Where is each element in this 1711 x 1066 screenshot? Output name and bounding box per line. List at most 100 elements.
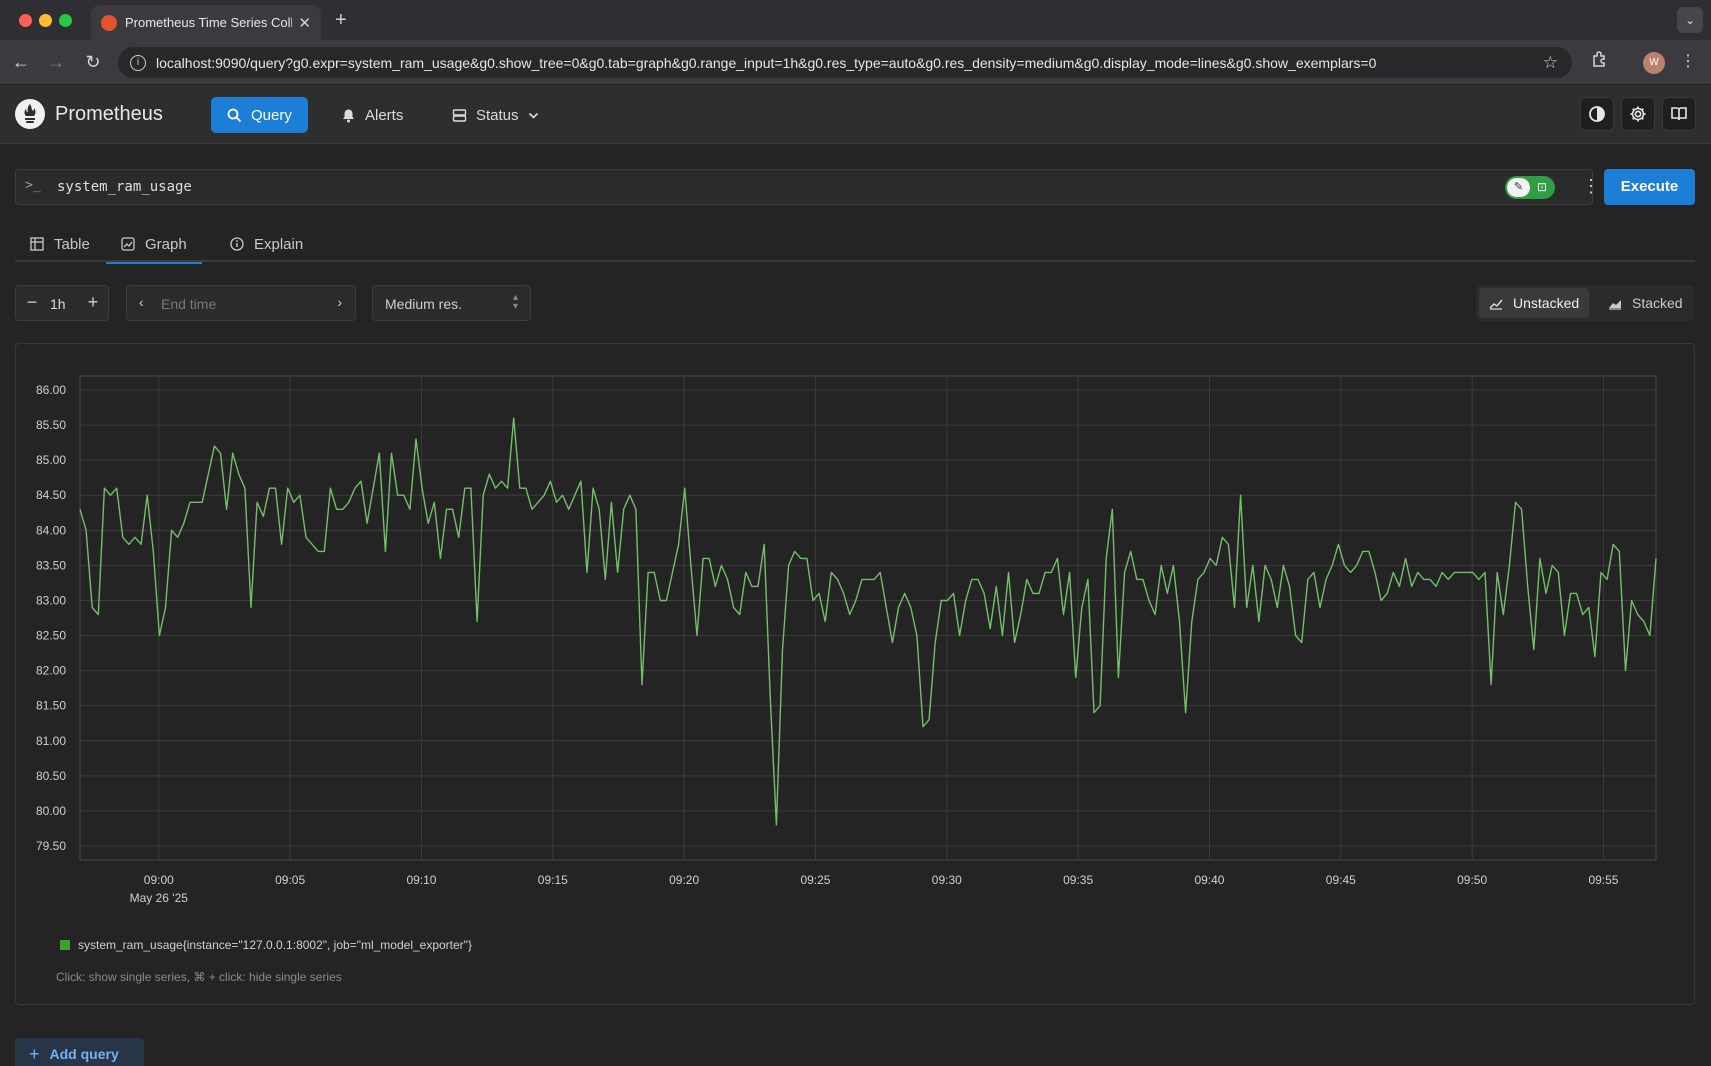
unstacked-button[interactable]: Unstacked xyxy=(1479,288,1590,318)
y-tick-label: 82.50 xyxy=(36,629,66,643)
browser-tab[interactable]: Prometheus Time Series Colle ✕ xyxy=(91,5,321,40)
url-text[interactable]: localhost:9090/query?g0.expr=system_ram_… xyxy=(156,55,1543,71)
tab-graph-label: Graph xyxy=(145,235,187,253)
nav-alerts-button[interactable]: Alerts xyxy=(325,97,419,133)
y-tick-label: 84.00 xyxy=(36,523,66,537)
nav-status-label: Status xyxy=(476,106,519,124)
query-tabs: Table Graph Explain xyxy=(15,226,1695,264)
close-tab-icon[interactable]: ✕ xyxy=(298,14,311,32)
theme-toggle-button[interactable] xyxy=(1580,97,1614,131)
nav-query-button[interactable]: Query xyxy=(211,97,308,133)
app-header: Prometheus Query Alerts Status xyxy=(0,85,1711,144)
new-tab-icon[interactable]: + xyxy=(335,9,347,32)
prometheus-logo-icon[interactable] xyxy=(15,99,45,129)
tab-table-label: Table xyxy=(54,235,90,253)
chevron-down-icon xyxy=(528,112,538,119)
unstacked-label: Unstacked xyxy=(1513,295,1580,311)
address-bar[interactable]: i localhost:9090/query?g0.expr=system_ra… xyxy=(118,47,1572,78)
x-tick-label: 09:25 xyxy=(800,873,830,887)
search-icon xyxy=(227,108,242,122)
tab-graph[interactable]: Graph xyxy=(106,226,202,264)
tab-explain-label: Explain xyxy=(254,235,304,253)
settings-button[interactable] xyxy=(1621,97,1655,131)
maximize-window-button[interactable] xyxy=(59,14,72,27)
range-value[interactable]: 1h xyxy=(50,296,66,312)
terminal-prompt-icon: >_ xyxy=(25,178,41,193)
x-tick-label: 09:20 xyxy=(669,873,699,887)
y-tick-label: 81.50 xyxy=(36,699,66,713)
area-chart-icon xyxy=(1609,300,1621,310)
reload-icon[interactable]: ↻ xyxy=(81,50,105,74)
x-tick-label: 09:35 xyxy=(1063,873,1093,887)
next-end-time-button[interactable]: › xyxy=(337,294,342,310)
table-icon xyxy=(30,237,44,251)
tab-table[interactable]: Table xyxy=(15,226,105,262)
app-brand[interactable]: Prometheus xyxy=(55,103,163,126)
x-tick-label: 09:10 xyxy=(406,873,436,887)
nav-status-dropdown[interactable]: Status xyxy=(436,97,555,133)
stacked-label: Stacked xyxy=(1632,295,1683,311)
info-circle-icon xyxy=(230,237,244,251)
more-options-icon[interactable]: ⋮ xyxy=(1582,176,1600,197)
gear-icon xyxy=(1630,106,1646,122)
chart-icon xyxy=(121,237,135,251)
browser-tab-title: Prometheus Time Series Colle xyxy=(125,15,293,30)
x-tick-label: 09:30 xyxy=(932,873,962,887)
end-time-picker: ‹ End time › xyxy=(126,285,356,321)
series-line xyxy=(79,417,1657,826)
x-tick-label: 09:15 xyxy=(538,873,568,887)
legend-item[interactable]: system_ram_usage{instance="127.0.0.1:800… xyxy=(60,938,472,952)
y-tick-label: 83.50 xyxy=(36,558,66,572)
end-time-input[interactable]: End time xyxy=(161,296,216,312)
browser-menu-icon[interactable]: ⋮ xyxy=(1676,50,1700,74)
y-tick-label: 83.00 xyxy=(36,593,66,607)
server-icon xyxy=(452,108,467,122)
legend-series-label: system_ram_usage{instance="127.0.0.1:800… xyxy=(78,938,472,952)
add-query-label: Add query xyxy=(49,1046,119,1062)
browser-toolbar: ← → ↻ i localhost:9090/query?g0.expr=sys… xyxy=(0,40,1711,85)
documentation-button[interactable] xyxy=(1662,97,1696,131)
stacked-button[interactable]: Stacked xyxy=(1598,288,1693,318)
nav-alerts-label: Alerts xyxy=(365,106,404,124)
expression-input[interactable]: >_ system_ram_usage ✎ ⊡ ⋮ xyxy=(15,169,1600,205)
back-arrow-icon[interactable]: ← xyxy=(9,50,33,74)
prometheus-favicon-icon xyxy=(101,14,117,31)
tab-explain[interactable]: Explain xyxy=(215,226,318,262)
book-icon xyxy=(1671,107,1687,121)
legend-hint: Click: show single series, ⌘ + click: hi… xyxy=(56,970,342,984)
site-info-icon[interactable]: i xyxy=(130,54,146,71)
profile-avatar[interactable]: W xyxy=(1643,52,1665,74)
browser-tab-bar: Prometheus Time Series Colle ✕ + ⌄ xyxy=(0,0,1711,40)
close-window-button[interactable] xyxy=(19,14,32,27)
plot-area xyxy=(79,375,1657,861)
y-tick-label: 82.00 xyxy=(36,664,66,678)
autocomplete-toggle[interactable]: ✎ ⊡ xyxy=(1505,176,1555,199)
time-series-chart[interactable]: 86.00 85.50 85.00 84.50 84.00 83.50 83.00 82.50… xyxy=(16,344,1696,924)
x-tick-label: 09:45 xyxy=(1326,873,1356,887)
line-chart-icon xyxy=(1489,299,1503,310)
tab-search-chevron-icon[interactable]: ⌄ xyxy=(1677,7,1703,33)
y-tick-label: 84.50 xyxy=(36,488,66,502)
x-tick-label: 09:55 xyxy=(1588,873,1618,887)
resolution-value: Medium res. xyxy=(385,296,463,312)
range-input: − 1h + xyxy=(15,285,109,321)
execute-button[interactable]: Execute xyxy=(1604,169,1695,205)
increase-range-button[interactable]: + xyxy=(83,292,103,313)
forward-arrow-icon[interactable]: → xyxy=(44,50,68,74)
graph-panel: 86.00 85.50 85.00 84.50 84.00 83.50 83.00 82.50… xyxy=(15,343,1695,1005)
previous-end-time-button[interactable]: ‹ xyxy=(139,294,144,310)
x-tick-label: 09:50 xyxy=(1457,873,1487,887)
robot-icon: ⊡ xyxy=(1536,180,1548,194)
nav-query-label: Query xyxy=(251,106,292,124)
add-query-button[interactable]: + Add query xyxy=(15,1038,144,1066)
bookmark-star-icon[interactable]: ☆ xyxy=(1543,53,1558,73)
resolution-select[interactable]: Medium res. ▴ ▾ xyxy=(372,285,531,321)
y-tick-label: 85.00 xyxy=(36,453,66,467)
extensions-puzzle-icon[interactable] xyxy=(1588,50,1612,74)
y-tick-label: 85.50 xyxy=(36,418,66,432)
decrease-range-button[interactable]: − xyxy=(22,292,42,313)
minimize-window-button[interactable] xyxy=(39,14,52,27)
y-tick-label: 86.00 xyxy=(36,383,66,397)
expression-text[interactable]: system_ram_usage xyxy=(57,179,192,195)
y-tick-label: 80.00 xyxy=(36,804,66,818)
